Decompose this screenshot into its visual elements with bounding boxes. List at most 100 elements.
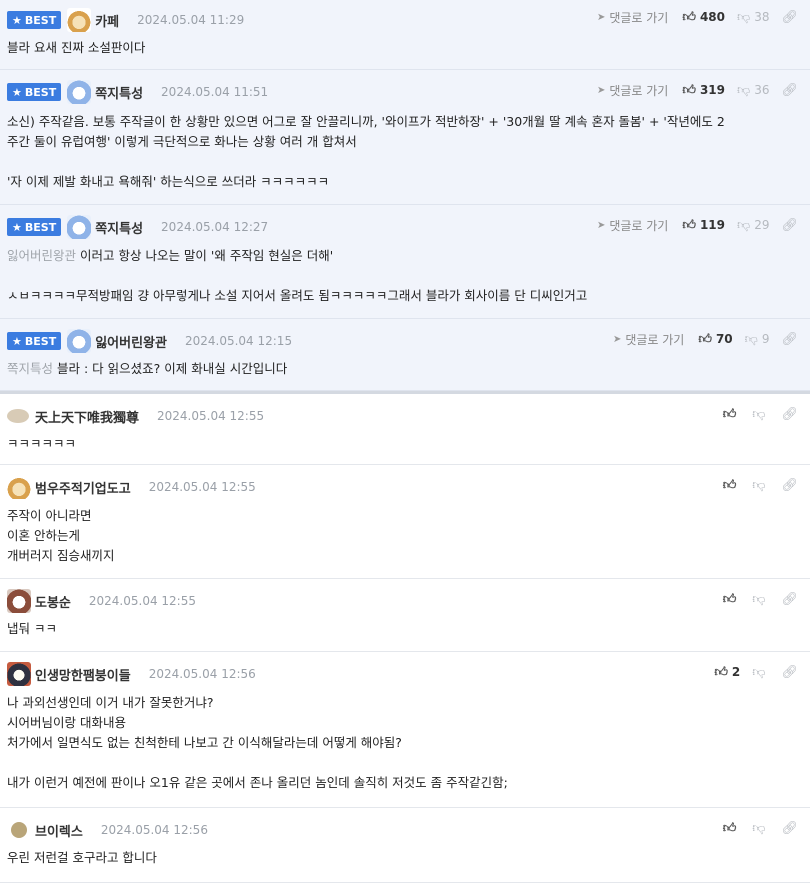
avatar[interactable] xyxy=(7,475,31,499)
thumbs-down-icon: 👎︎ xyxy=(752,477,766,493)
comment-date: 2024.05.04 11:29 xyxy=(137,13,245,27)
link-icon[interactable]: 🔗︎ xyxy=(781,478,798,493)
best-comment: ★ BEST 쪽지특성 2024.05.04 11:51 ➤ 댓글로 가기 👍︎ 31… xyxy=(0,70,810,205)
comment-body: 블라 요새 진짜 소설판이다 xyxy=(7,40,146,55)
comment-date: 2024.05.04 12:15 xyxy=(184,334,293,348)
link-icon[interactable]: 🔗︎ xyxy=(781,821,798,836)
upvote-button[interactable]: 👍︎ 480 xyxy=(682,10,725,24)
best-badge: ★ BEST xyxy=(7,83,62,101)
downvote-button[interactable]: 👎︎ xyxy=(752,666,769,679)
comment-date: 2024.05.04 11:51 xyxy=(161,85,269,99)
avatar[interactable] xyxy=(7,662,31,686)
comment-body: 냅둬 ㅋㅋ xyxy=(7,621,57,636)
best-badge: ★ BEST xyxy=(7,11,62,29)
thumbs-up-icon: 👍︎ xyxy=(722,820,737,836)
thumbs-down-icon: 👎︎ xyxy=(737,9,751,25)
send-arrow-icon: ➤ xyxy=(596,11,606,23)
thumbs-down-icon: 👎︎ xyxy=(752,591,766,607)
avatar[interactable] xyxy=(7,589,31,613)
link-icon[interactable]: 🔗︎ xyxy=(781,218,798,233)
downvote-button[interactable]: 👎︎ xyxy=(752,822,769,835)
comment-body: 잃어버린왕관 이러고 항상 나오는 말이 '왜 주작임 현실은 더해' ㅅㅂㅋㅋㅋ… xyxy=(7,248,588,303)
go-to-reply-button[interactable]: ➤ 댓글로 가기 xyxy=(597,9,668,26)
thumbs-up-icon: 👍︎ xyxy=(722,477,737,493)
avatar[interactable] xyxy=(67,8,92,32)
comment-date: 2024.05.04 12:55 xyxy=(88,594,196,608)
downvote-button[interactable]: 👎︎ xyxy=(752,408,769,421)
upvote-button[interactable]: 👍︎ 70 xyxy=(698,332,732,346)
thumbs-up-icon: 👍︎ xyxy=(722,406,737,422)
best-comment: ★ BEST 잃어버린왕관 2024.05.04 12:15 ➤ 댓글로 가기 👍︎… xyxy=(0,319,810,391)
comment-body: 우린 저런걸 호구라고 합니다 xyxy=(7,850,157,865)
link-icon[interactable]: 🔗︎ xyxy=(781,83,798,98)
link-icon[interactable]: 🔗︎ xyxy=(781,332,798,347)
thumbs-up-icon: 👍︎ xyxy=(698,331,712,347)
comment-date: 2024.05.04 12:55 xyxy=(148,480,256,494)
upvote-button[interactable]: 👍︎ xyxy=(723,593,741,606)
nickname[interactable]: 범우주적기업도고 xyxy=(35,478,131,497)
link-icon[interactable]: 🔗︎ xyxy=(781,407,798,422)
nickname[interactable]: 브이렉스 xyxy=(35,821,83,840)
upvote-button[interactable]: 👍︎ xyxy=(723,479,741,492)
downvote-button[interactable]: 👎︎ 9 xyxy=(745,332,770,346)
nickname[interactable]: 쪽지특성 xyxy=(95,218,143,237)
thumbs-down-icon: 👎︎ xyxy=(744,331,758,347)
avatar[interactable] xyxy=(11,822,27,838)
send-arrow-icon: ➤ xyxy=(612,333,622,345)
downvote-button[interactable]: 👎︎ xyxy=(752,479,769,492)
downvote-button[interactable]: 👎︎ 29 xyxy=(737,218,769,232)
comment-date: 2024.05.04 12:55 xyxy=(157,409,265,423)
send-arrow-icon: ➤ xyxy=(596,84,606,96)
comment: 도봉순 2024.05.04 12:55 👍︎ 👎︎ 🔗︎ 냅둬 ㅋㅋ xyxy=(0,579,810,652)
avatar[interactable] xyxy=(67,80,92,104)
upvote-button[interactable]: 👍︎ xyxy=(723,822,741,835)
avatar[interactable] xyxy=(67,329,92,353)
thumbs-up-icon: 👍︎ xyxy=(714,664,728,680)
avatar[interactable] xyxy=(7,409,29,423)
downvote-button[interactable]: 👎︎ 38 xyxy=(737,10,769,24)
star-icon: ★ xyxy=(12,334,22,348)
comment-body: 쪽지특성 블라 : 다 읽으셨죠? 이제 화내실 시간입니다 xyxy=(7,361,288,376)
thumbs-up-icon: 👍︎ xyxy=(682,9,696,25)
link-icon[interactable]: 🔗︎ xyxy=(781,592,798,607)
upvote-button[interactable]: 👍︎ 2 xyxy=(714,665,740,679)
mention-link[interactable]: 잃어버린왕관 xyxy=(7,248,76,263)
best-badge: ★ BEST xyxy=(7,332,62,350)
mention-link[interactable]: 쪽지특성 xyxy=(7,361,53,376)
downvote-button[interactable]: 👎︎ xyxy=(752,593,769,606)
comment-body: 주작이 아니라면 이혼 안하는게 개버러지 짐승새끼지 xyxy=(7,508,115,563)
nickname[interactable]: 카페 xyxy=(95,11,119,30)
send-arrow-icon: ➤ xyxy=(596,219,606,231)
upvote-button[interactable]: 👍︎ 319 xyxy=(682,83,725,97)
go-to-reply-button[interactable]: ➤ 댓글로 가기 xyxy=(613,331,684,348)
comment: 인생망한팸붕이들 2024.05.04 12:56 👍︎ 2 👎︎ 🔗︎ 나 과외… xyxy=(0,652,810,808)
thumbs-down-icon: 👎︎ xyxy=(737,217,751,233)
nickname[interactable]: 잃어버린왕관 xyxy=(95,332,167,351)
comment: 범우주적기업도고 2024.05.04 12:55 👍︎ 👎︎ 🔗︎ 주작이 아… xyxy=(0,465,810,579)
thumbs-down-icon: 👎︎ xyxy=(752,664,766,680)
nickname[interactable]: 天上天下唯我獨尊 xyxy=(35,407,139,426)
upvote-button[interactable]: 👍︎ 119 xyxy=(682,218,725,232)
avatar[interactable] xyxy=(67,215,92,239)
comment: 天上天下唯我獨尊 2024.05.04 12:55 👍︎ 👎︎ 🔗︎ ㅋㅋㅋㅋㅋ… xyxy=(0,391,810,465)
star-icon: ★ xyxy=(12,13,22,27)
thumbs-up-icon: 👍︎ xyxy=(682,217,696,233)
go-to-reply-button[interactable]: ➤ 댓글로 가기 xyxy=(597,82,668,99)
thumbs-down-icon: 👎︎ xyxy=(752,406,766,422)
comment-date: 2024.05.04 12:56 xyxy=(148,667,256,681)
link-icon[interactable]: 🔗︎ xyxy=(781,665,798,680)
star-icon: ★ xyxy=(12,220,22,234)
best-comment: ★ BEST 쪽지특성 2024.05.04 12:27 ➤ 댓글로 가기 👍︎ 11… xyxy=(0,205,810,319)
comment: 브이렉스 2024.05.04 12:56 👍︎ 👎︎ 🔗︎ 우린 저런걸 호구… xyxy=(0,808,810,883)
nickname[interactable]: 도봉순 xyxy=(35,592,71,611)
link-icon[interactable]: 🔗︎ xyxy=(781,10,798,25)
thumbs-up-icon: 👍︎ xyxy=(722,591,737,607)
downvote-button[interactable]: 👎︎ 36 xyxy=(737,83,769,97)
nickname[interactable]: 인생망한팸붕이들 xyxy=(35,665,131,684)
thumbs-up-icon: 👍︎ xyxy=(682,82,696,98)
go-to-reply-button[interactable]: ➤ 댓글로 가기 xyxy=(597,217,668,234)
nickname[interactable]: 쪽지특성 xyxy=(95,83,143,102)
upvote-button[interactable]: 👍︎ xyxy=(723,408,741,421)
comment-body: ㅋㅋㅋㅋㅋㅋ xyxy=(7,436,77,451)
comment-body: 소신) 주작같음. 보통 주작글이 한 상황만 있으면 어그로 잘 안끌리니까,… xyxy=(7,114,725,189)
